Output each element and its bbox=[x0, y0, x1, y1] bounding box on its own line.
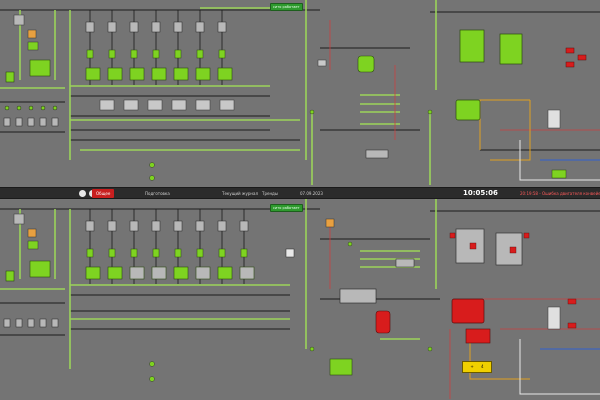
tab-journal[interactable]: Текущий журнал bbox=[222, 189, 258, 198]
valve-row-top bbox=[3, 117, 59, 127]
status-bar: Общее Подготовка Текущий журнал Тренды 0… bbox=[0, 187, 600, 199]
silo-columns-top bbox=[85, 10, 235, 111]
silo-columns-bottom bbox=[85, 209, 255, 284]
tab-active[interactable]: Общее bbox=[92, 189, 115, 198]
right-equipment-bottom bbox=[451, 228, 561, 344]
status-date: 07.09.2023 bbox=[300, 191, 323, 196]
status-button-1[interactable] bbox=[79, 190, 86, 197]
process-panel-top: сито работает bbox=[0, 0, 600, 187]
plus-sign: + bbox=[470, 364, 474, 369]
yellow-indicator[interactable]: + 4 bbox=[462, 361, 492, 373]
process-diagram-top bbox=[0, 0, 600, 185]
left-equipment-bottom bbox=[5, 213, 51, 282]
right-equipment-top bbox=[455, 29, 567, 179]
left-equipment-top bbox=[5, 14, 51, 83]
status-badge-bottom: сито работает bbox=[270, 204, 303, 212]
tab-preparation[interactable]: Подготовка bbox=[145, 189, 170, 198]
status-alarm[interactable]: 20:19:58 - Ошибка двигателя конвейера bbox=[520, 189, 600, 198]
status-badge-top: сито работает bbox=[270, 3, 303, 11]
level-value: 4 bbox=[481, 364, 484, 369]
status-clock: 10:05:06 bbox=[463, 189, 498, 197]
process-panel-bottom: сито работает + 4 bbox=[0, 199, 600, 400]
tab-trends[interactable]: Тренды bbox=[262, 189, 278, 198]
process-diagram-bottom bbox=[0, 199, 600, 399]
valve-row-bottom bbox=[3, 318, 59, 328]
center-equipment-top bbox=[317, 55, 389, 159]
